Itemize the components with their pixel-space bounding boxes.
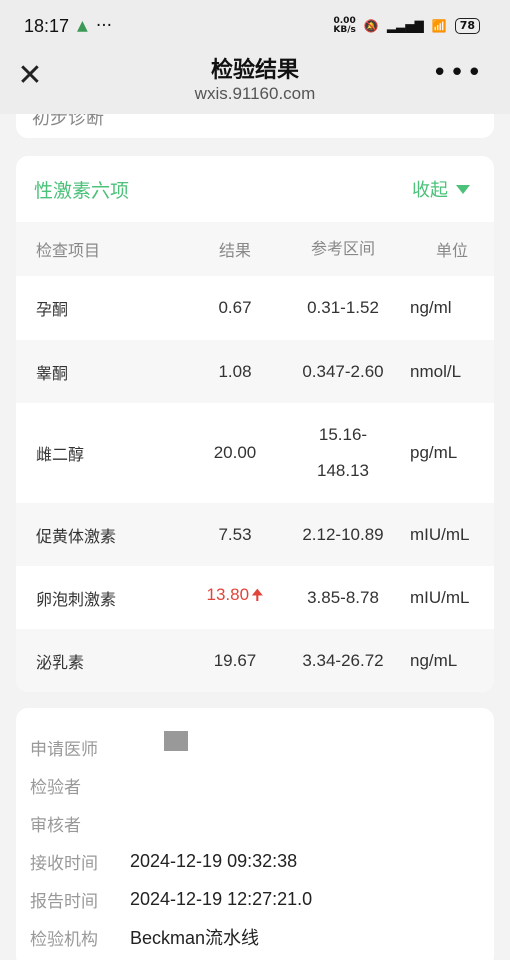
item-reference: 2.12-10.89 xyxy=(302,524,384,544)
status-right: 0.00 KB/s 🔕 ▂▃▅▇ 📶 78 xyxy=(333,17,480,35)
table-row[interactable]: 卵泡刺激素 13.80 🠉 3.85-8.78 mIU/mL xyxy=(16,566,494,629)
item-unit: mIU/mL xyxy=(410,524,470,544)
item-unit: ng/mL xyxy=(410,650,458,670)
collapse-label: 收起 xyxy=(412,180,448,201)
report-info-card: 申请医师 检验者 审核者 接收时间 2024-12-19 09:32:38 报告… xyxy=(16,708,494,960)
table-row[interactable]: 促黄体激素 7.53 2.12-10.89 mIU/mL xyxy=(16,503,494,566)
info-row-tester: 检验者 xyxy=(30,766,494,804)
item-result-abnormal: 13.80 🠉 xyxy=(192,585,278,610)
status-time: 18:17 xyxy=(24,15,70,36)
item-result: 0.67 xyxy=(218,298,252,317)
item-unit: ng/ml xyxy=(410,298,452,317)
table-row[interactable]: 雌二醇 20.00 15.16- 148.13 pg/mL xyxy=(16,403,494,503)
status-bar: 18:17 ▲ ··· 0.00 KB/s 🔕 ▂▃▅▇ 📶 78 xyxy=(0,0,510,52)
column-header-unit: 单位 xyxy=(435,241,468,260)
item-unit: mIU/mL xyxy=(410,587,470,607)
info-label: 审核者 xyxy=(30,815,81,836)
redacted-value xyxy=(164,731,188,751)
info-label: 检验者 xyxy=(30,777,81,798)
info-row-reported: 报告时间 2024-12-19 12:27:21.0 xyxy=(30,880,494,918)
item-reference: 3.34-26.72 xyxy=(302,650,384,670)
net-speed-unit: KB/s xyxy=(333,25,356,35)
mute-icon: 🔕 xyxy=(363,19,379,33)
item-name: 促黄体激素 xyxy=(36,526,117,546)
item-result: 1.08 xyxy=(218,361,252,381)
previous-card: 初步诊断 xyxy=(16,114,494,138)
item-result: 19.67 xyxy=(213,650,257,670)
item-name: 卵泡刺激素 xyxy=(36,589,117,609)
wifi-icon: 📶 xyxy=(431,19,447,33)
info-value: Beckman流水线 xyxy=(130,928,260,948)
table-header: 检查项目 结果 参考区间 单位 xyxy=(16,222,494,276)
item-name: 孕酮 xyxy=(36,300,69,319)
info-label: 报告时间 xyxy=(30,891,98,912)
previous-card-text: 初步诊断 xyxy=(32,114,104,129)
info-row-received: 接收时间 2024-12-19 09:32:38 xyxy=(30,842,494,880)
info-label: 申请医师 xyxy=(30,739,98,760)
column-header-reference: 参考区间 xyxy=(310,239,375,258)
info-row-institution: 检验机构 Beckman流水线 xyxy=(30,918,494,956)
more-notifications-icon: ··· xyxy=(95,16,113,36)
info-label: 检验机构 xyxy=(30,929,98,950)
item-reference: 3.85-8.78 xyxy=(307,587,379,607)
table-row[interactable]: 睾酮 1.08 0.347-2.60 nmol/L xyxy=(16,340,494,403)
table-row[interactable]: 孕酮 0.67 0.31-1.52 ng/ml xyxy=(16,276,494,340)
item-name: 泌乳素 xyxy=(36,652,85,672)
item-result: 20.00 xyxy=(213,443,257,462)
item-reference: 0.31-1.52 xyxy=(307,298,379,317)
battery-indicator: 78 xyxy=(454,18,480,34)
info-row-reviewer: 审核者 xyxy=(30,804,494,842)
more-icon[interactable]: ••• xyxy=(432,58,484,88)
info-value: 2024-12-19 12:27:21.0 xyxy=(130,888,313,909)
app-notification-icon: ▲ xyxy=(77,18,88,34)
item-result: 7.53 xyxy=(218,524,252,544)
item-unit: nmol/L xyxy=(410,361,462,381)
report-card-header: 性激素六项 收起 xyxy=(16,156,494,222)
net-speed: 0.00 KB/s xyxy=(333,17,355,35)
column-header-result: 结果 xyxy=(218,241,251,260)
item-reference-line1: 15.16- xyxy=(318,425,368,444)
item-reference-line2: 148.13 xyxy=(317,461,369,480)
item-reference: 0.347-2.60 xyxy=(302,361,384,381)
arrow-up-icon: 🠉 xyxy=(251,587,264,604)
report-title: 性激素六项 xyxy=(34,179,130,202)
nav-bar: ✕ 检验结果 wxis.91160.com ••• xyxy=(0,52,510,114)
item-name: 雌二醇 xyxy=(36,445,85,464)
info-value: 2024-12-19 09:32:38 xyxy=(130,850,298,871)
item-unit: pg/mL xyxy=(410,443,458,462)
table-row[interactable]: 泌乳素 19.67 3.34-26.72 ng/mL xyxy=(16,629,494,692)
collapse-button[interactable]: 收起 xyxy=(412,176,470,202)
column-header-item: 检查项目 xyxy=(36,241,101,260)
report-card: 性激素六项 收起 检查项目 结果 参考区间 单位 孕酮 0.67 0.31-1.… xyxy=(16,156,494,692)
item-reference: 15.16- 148.13 xyxy=(278,417,408,489)
info-label: 接收时间 xyxy=(30,853,98,874)
signal-icon: ▂▃▅▇ xyxy=(386,19,424,33)
status-left: 18:17 ▲ ··· xyxy=(24,16,112,37)
abnormal-value: 13.80 xyxy=(206,585,250,604)
item-name: 睾酮 xyxy=(36,363,69,383)
info-row-doctor: 申请医师 xyxy=(30,728,494,766)
triangle-down-icon xyxy=(456,184,470,194)
